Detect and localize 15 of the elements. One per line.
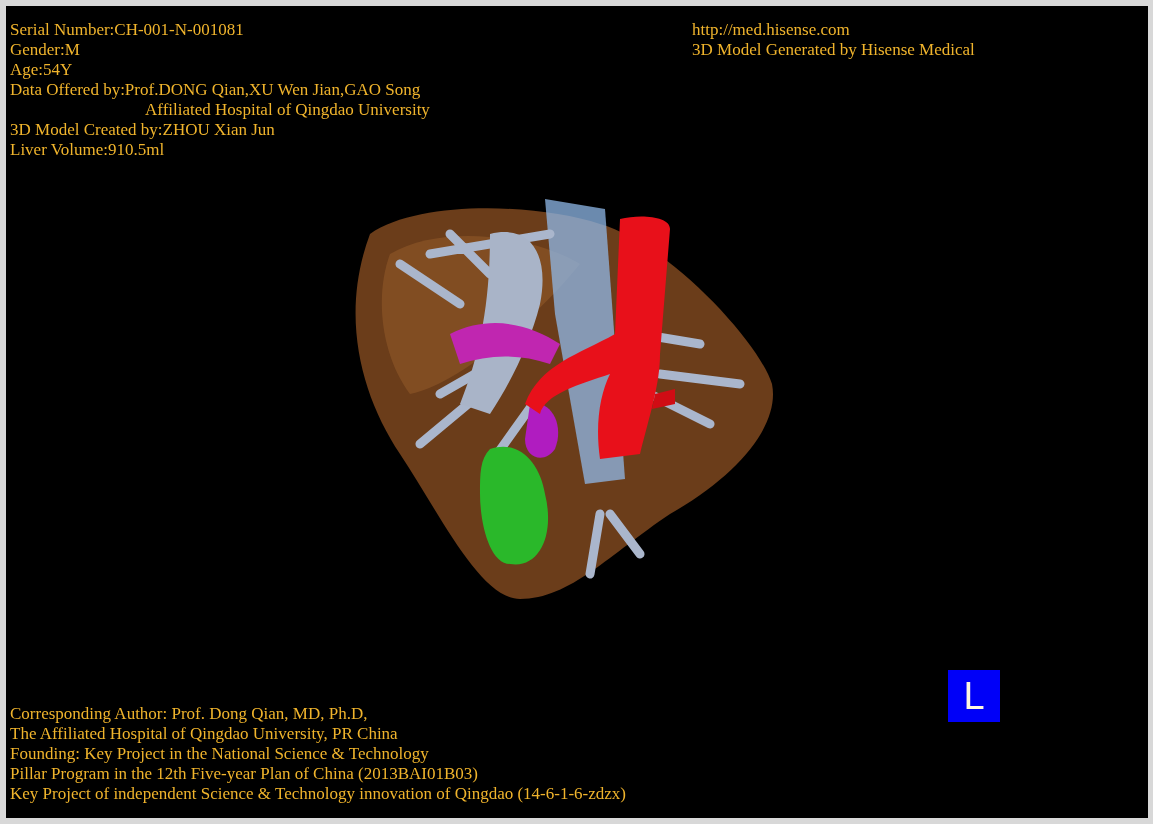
orientation-badge: L [948, 670, 1000, 722]
info-text: Age:54Y [10, 60, 74, 80]
info-text: Gender:M [10, 40, 81, 60]
info-text: 3D Model Created by:ZHOU Xian Jun [10, 120, 276, 140]
credit-text: Key Project of independent Science & Technology innovation of Qingdao (14-6-1-6-zdzx) [10, 784, 626, 804]
credit-text: Corresponding Author: Prof. Dong Qian, MD, Ph.D, [10, 704, 369, 724]
info-text: Affiliated Hospital of Qingdao University [144, 100, 430, 120]
info-text: Serial Number:CH-001-N-001081 [10, 20, 245, 40]
info-text: Data Offered by:Prof.DONG Qian,XU Wen Jian,GAO Song [10, 80, 422, 100]
credit-text: The Affiliated Hospital of Qingdao University, PR China [10, 724, 399, 744]
info-text: 3D Model Generated by Hisense Medical [692, 40, 976, 60]
credit-text: Pillar Program in the 12th Five-year Plan of China (2013BAI01B03) [10, 764, 479, 784]
info-text: Liver Volume:910.5ml [10, 140, 166, 160]
credit-text: Founding: Key Project in the National Science & Technology [10, 744, 430, 764]
info-text: http://med.hisense.com [692, 20, 851, 40]
